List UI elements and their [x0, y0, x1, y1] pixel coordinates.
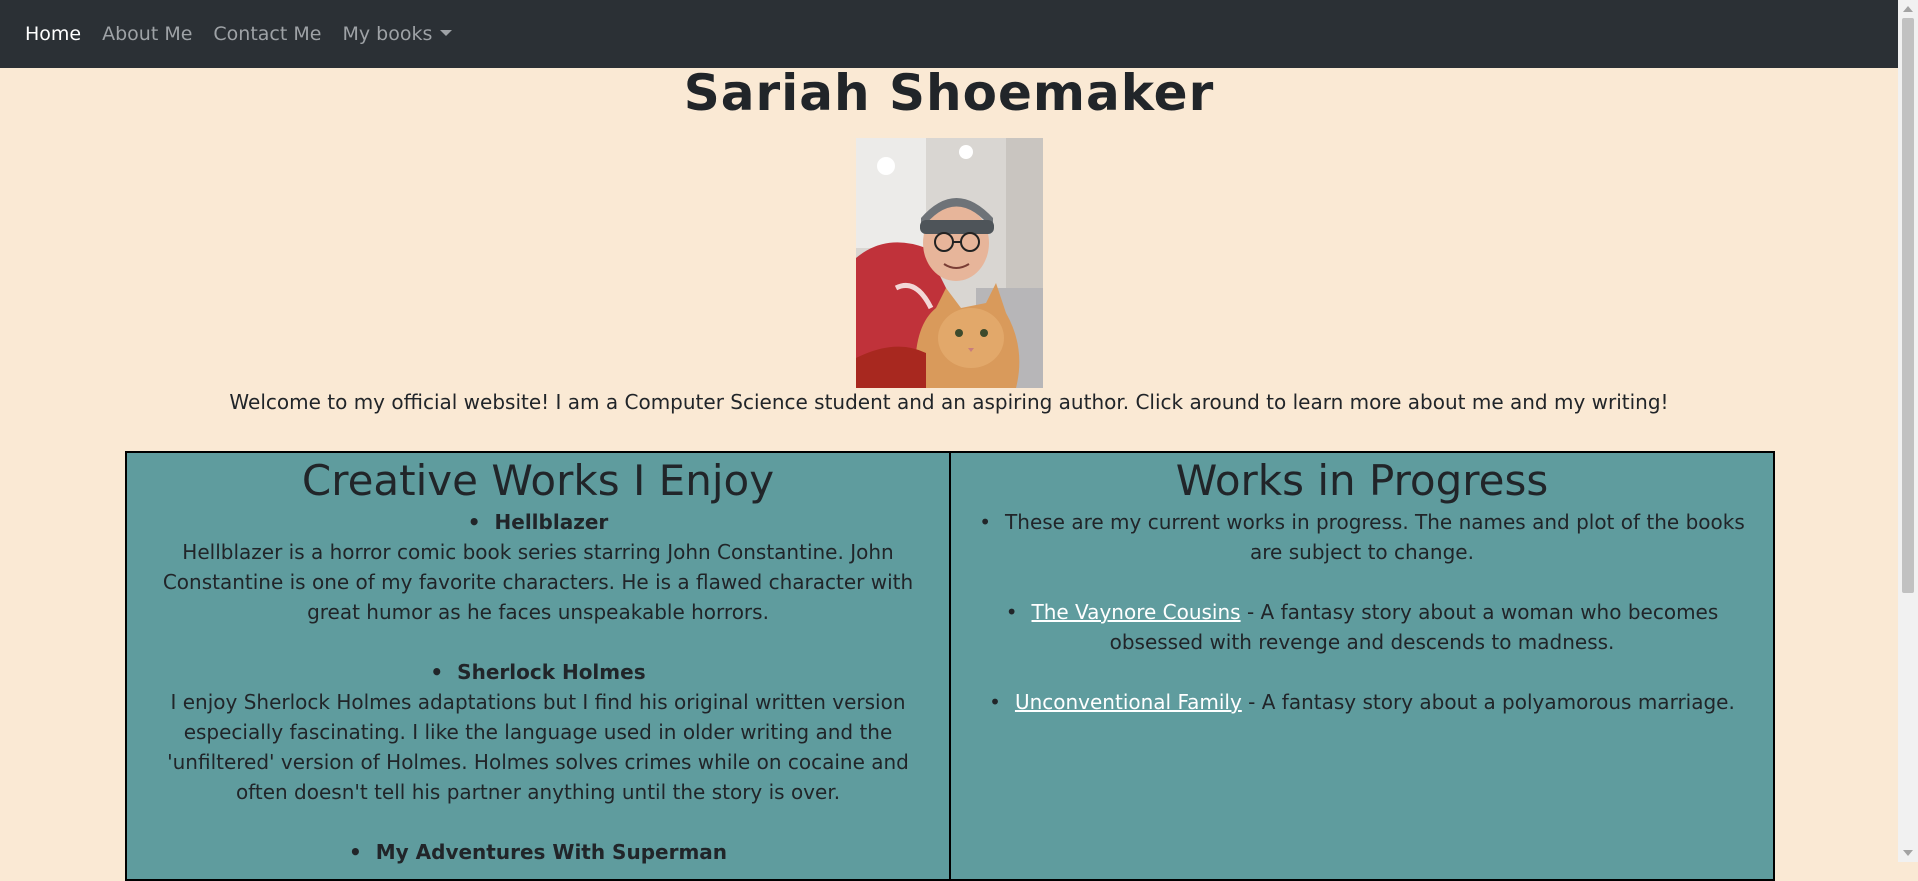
- creative-works-panel: Creative Works I Enjoy Hellblazer Hellbl…: [125, 451, 951, 881]
- scrollbar-thumb[interactable]: [1902, 18, 1914, 593]
- list-item-title: Hellblazer: [468, 510, 609, 534]
- list-item: Unconventional Family - A fantasy story …: [973, 687, 1751, 717]
- list-item-description: I enjoy Sherlock Holmes adaptations but …: [167, 690, 909, 804]
- scroll-up-arrow-icon[interactable]: [1903, 6, 1913, 12]
- page-scrollbar[interactable]: [1898, 0, 1918, 862]
- dropdown-caret-icon: [440, 29, 453, 36]
- list-item-title: My Adventures With Superman: [349, 840, 727, 864]
- book-description: - A fantasy story about a polyamorous ma…: [1241, 690, 1735, 714]
- nav-books-dropdown[interactable]: My books: [342, 23, 453, 45]
- list-item: The Vaynore Cousins - A fantasy story ab…: [973, 597, 1751, 657]
- book-link-vaynore-cousins[interactable]: The Vaynore Cousins: [1032, 600, 1241, 624]
- navbar: Home About Me Contact Me My books: [0, 0, 1898, 68]
- nav-about-link[interactable]: About Me: [102, 23, 192, 45]
- list-item-title: Sherlock Holmes: [430, 660, 645, 684]
- book-link-unconventional-family[interactable]: Unconventional Family: [1015, 690, 1242, 714]
- creative-works-heading: Creative Works I Enjoy: [301, 456, 775, 505]
- intro-text: These are my current works in progress. …: [979, 510, 1744, 564]
- list-item: Sherlock Holmes I enjoy Sherlock Holmes …: [149, 657, 927, 807]
- welcome-text: Welcome to my official website! I am a C…: [229, 390, 1669, 414]
- nav-contact-link[interactable]: Contact Me: [213, 23, 321, 45]
- list-item: Hellblazer Hellblazer is a horror comic …: [149, 507, 927, 627]
- list-item: These are my current works in progress. …: [973, 507, 1751, 567]
- profile-photo: [856, 138, 1043, 388]
- nav-books-label: My books: [342, 23, 433, 45]
- nav-home-link[interactable]: Home: [25, 23, 81, 45]
- list-item-description: Hellblazer is a horror comic book series…: [162, 540, 914, 624]
- works-in-progress-list: These are my current works in progress. …: [951, 507, 1773, 717]
- list-item: My Adventures With Superman: [149, 837, 927, 867]
- page-title: Sariah Shoemaker: [683, 64, 1215, 122]
- scroll-down-arrow-icon[interactable]: [1903, 850, 1913, 856]
- works-in-progress-panel: Works in Progress These are my current w…: [949, 451, 1775, 881]
- creative-works-list: Hellblazer Hellblazer is a horror comic …: [127, 507, 949, 867]
- works-in-progress-heading: Works in Progress: [1175, 456, 1549, 505]
